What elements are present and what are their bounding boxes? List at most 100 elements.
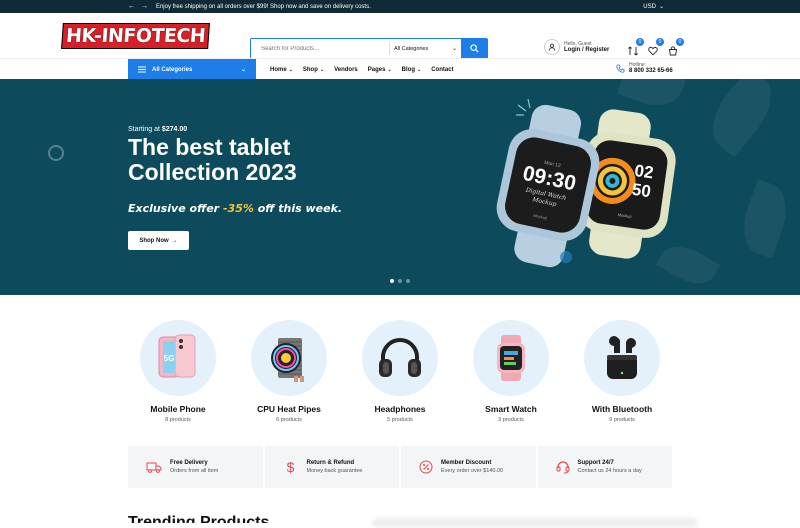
nav-item-home[interactable]: Home ⌄ bbox=[270, 67, 293, 73]
feature-support: Support 24/7 Contact us 24 hours a day bbox=[537, 446, 672, 488]
nav-item-contact[interactable]: Contact bbox=[431, 67, 453, 73]
shop-now-label: Shop Now bbox=[139, 237, 169, 244]
announcement-arrows-icon[interactable]: ← → bbox=[128, 3, 150, 10]
category-image: 5G bbox=[140, 320, 216, 396]
category-image bbox=[473, 320, 549, 396]
category-count: 5 products bbox=[387, 417, 413, 423]
hotline[interactable]: Hotline: 8 800 332 65-66 bbox=[616, 62, 673, 74]
feature-title: Return & Refund bbox=[306, 460, 355, 466]
feature-title: Support 24/7 bbox=[577, 460, 614, 466]
nav-item-shop[interactable]: Shop ⌄ bbox=[303, 67, 324, 73]
section-title-trending: Trending Products bbox=[128, 515, 269, 523]
smartwatch-product-image: 02 50 Mockup Mon 12 09:30 Digital Watch … bbox=[496, 98, 676, 268]
chevron-down-icon: ⌄ bbox=[288, 66, 293, 73]
all-categories-dropdown[interactable]: All Categories ⌄ bbox=[128, 59, 256, 80]
category-count: 6 products bbox=[276, 417, 302, 423]
feature-subtitle: Orders from all item bbox=[170, 468, 219, 474]
carousel-dot[interactable] bbox=[390, 279, 394, 283]
search-category-select[interactable]: All Categories ⌄ bbox=[389, 42, 461, 55]
cart-button[interactable]: 0 bbox=[668, 38, 684, 56]
cpu-cooler-icon bbox=[271, 338, 304, 382]
category-image bbox=[584, 320, 660, 396]
all-categories-label: All Categories bbox=[152, 66, 193, 73]
watch-right-hour: 02 bbox=[633, 161, 654, 182]
category-list: 5G Mobile Phone 8 products CPU Heat Pipe… bbox=[128, 320, 672, 423]
svg-text:5G: 5G bbox=[164, 354, 175, 363]
search-icon bbox=[469, 44, 479, 53]
login-register-link[interactable]: Login / Register bbox=[564, 47, 609, 53]
category-image bbox=[251, 320, 327, 396]
category-name[interactable]: Headphones bbox=[374, 404, 425, 414]
feature-subtitle: Every order over $140.00 bbox=[441, 468, 504, 474]
leaf-decoration bbox=[698, 79, 786, 158]
service-features: Free Delivery Orders from all item $ Retu… bbox=[128, 446, 672, 488]
chevron-down-icon: ⌄ bbox=[319, 66, 325, 73]
carousel-dots bbox=[390, 279, 410, 283]
top-announcement-bar: ← → Enjoy free shipping on all orders ov… bbox=[0, 0, 800, 13]
site-header: HK-INFOTECH All Categories ⌄ Hello, Gues… bbox=[0, 13, 800, 59]
hero-price: $274.00 bbox=[161, 126, 188, 133]
headset-icon bbox=[556, 461, 569, 474]
chevron-down-icon: ⌄ bbox=[658, 4, 664, 10]
leaf-decoration bbox=[734, 179, 796, 259]
currency-selector[interactable]: USD ⌄ bbox=[643, 0, 664, 13]
sparkle-decoration bbox=[516, 98, 531, 116]
earbuds-icon bbox=[607, 336, 637, 379]
category-item[interactable]: With Bluetooth 9 products bbox=[572, 320, 672, 423]
carousel-dot[interactable] bbox=[406, 279, 410, 283]
chevron-down-icon: ⌄ bbox=[387, 66, 392, 73]
category-count: 3 products bbox=[498, 417, 524, 423]
category-name[interactable]: Mobile Phone bbox=[150, 404, 205, 414]
feature-subtitle: Money back guarantee bbox=[306, 468, 363, 474]
feature-return-refund: $ Return & Refund Money back guarantee bbox=[264, 446, 399, 488]
wishlist-button[interactable]: 0 bbox=[648, 38, 664, 56]
product-slider-edge bbox=[372, 518, 698, 528]
search-bar: All Categories ⌄ bbox=[250, 38, 488, 59]
category-item[interactable]: Headphones 5 products bbox=[350, 320, 450, 423]
category-name[interactable]: Smart Watch bbox=[485, 404, 537, 414]
chevron-down-icon: ⌄ bbox=[451, 46, 457, 52]
phone-icon: 5G bbox=[158, 334, 196, 378]
compare-button[interactable]: 0 bbox=[628, 38, 644, 56]
feature-title: Free Delivery bbox=[170, 460, 208, 466]
carousel-dot[interactable] bbox=[398, 279, 402, 283]
nav-item-label: Home bbox=[270, 66, 287, 73]
headphones-icon bbox=[379, 338, 421, 377]
search-button[interactable] bbox=[461, 39, 487, 58]
hero-title-line1: The best tablet bbox=[128, 134, 291, 160]
currency-label: USD bbox=[643, 3, 656, 10]
chevron-down-icon: ⌄ bbox=[240, 67, 246, 73]
cart-icon bbox=[668, 46, 678, 56]
nav-item-vendors[interactable]: Vendors bbox=[334, 67, 358, 73]
site-logo[interactable]: HK-INFOTECH bbox=[61, 23, 211, 49]
heart-icon bbox=[648, 46, 658, 56]
nav-item-blog[interactable]: Blog ⌄ bbox=[402, 67, 422, 73]
nav-item-pages[interactable]: Pages ⌄ bbox=[368, 67, 392, 73]
compare-count-badge: 0 bbox=[636, 38, 644, 46]
phone-icon bbox=[616, 63, 625, 73]
shop-now-button[interactable]: Shop Now → bbox=[128, 231, 189, 250]
hero-banner: Starting at $274.00 The best tablet Colle… bbox=[0, 79, 800, 295]
header-icons: 0 0 0 bbox=[628, 38, 684, 56]
wishlist-count-badge: 0 bbox=[656, 38, 664, 46]
hero-price-prefix: Starting at bbox=[128, 126, 160, 133]
announcement-text: Enjoy free shipping on all orders over $… bbox=[155, 3, 371, 10]
category-item[interactable]: CPU Heat Pipes 6 products bbox=[239, 320, 339, 423]
feature-member-discount: Member Discount Every order over $140.00 bbox=[401, 446, 536, 488]
chevron-down-icon: ⌄ bbox=[417, 66, 422, 73]
search-category-label: All Categories bbox=[394, 45, 429, 52]
feature-title: Member Discount bbox=[441, 460, 492, 466]
category-item[interactable]: Smart Watch 3 products bbox=[461, 320, 561, 423]
category-item[interactable]: 5G Mobile Phone 8 products bbox=[128, 320, 228, 423]
user-icon bbox=[544, 39, 560, 55]
nav-item-label: Contact bbox=[431, 66, 454, 73]
cart-count-badge: 0 bbox=[676, 38, 684, 46]
category-name[interactable]: With Bluetooth bbox=[592, 404, 652, 414]
smartwatch-icon bbox=[497, 335, 525, 381]
hero-title-line2: Collection 2023 bbox=[128, 159, 297, 185]
nav-item-label: Shop bbox=[302, 66, 318, 73]
category-name[interactable]: CPU Heat Pipes bbox=[257, 404, 321, 414]
search-input[interactable] bbox=[251, 39, 389, 58]
main-navigation: All Categories ⌄ Home ⌄ Shop ⌄ Vendors Pag… bbox=[0, 58, 800, 80]
account-link[interactable]: Hello, Guest Login / Register bbox=[544, 39, 609, 55]
